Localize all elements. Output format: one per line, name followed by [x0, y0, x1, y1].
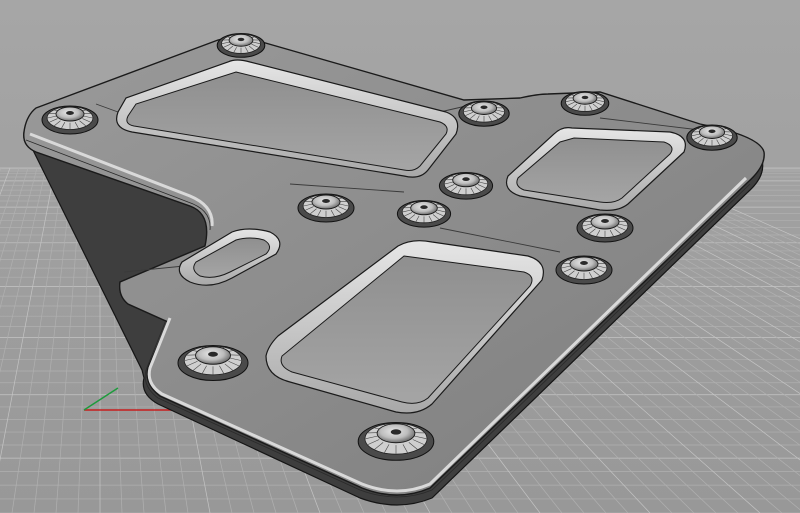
bolt-head — [357, 422, 435, 461]
bolt-head — [177, 345, 249, 381]
bolt-head — [458, 100, 510, 127]
bolt-head — [576, 213, 634, 243]
bolt-head — [396, 200, 452, 228]
bolt-head — [438, 172, 494, 200]
rhino-perspective-viewport[interactable] — [0, 0, 800, 513]
bolt-head — [216, 33, 266, 58]
bolt-head — [555, 255, 613, 285]
bolt-head — [560, 91, 610, 116]
bolt-head — [297, 193, 355, 223]
3d-scene[interactable] — [0, 0, 800, 513]
bolt-head — [686, 124, 738, 151]
bolt-head — [41, 105, 99, 135]
